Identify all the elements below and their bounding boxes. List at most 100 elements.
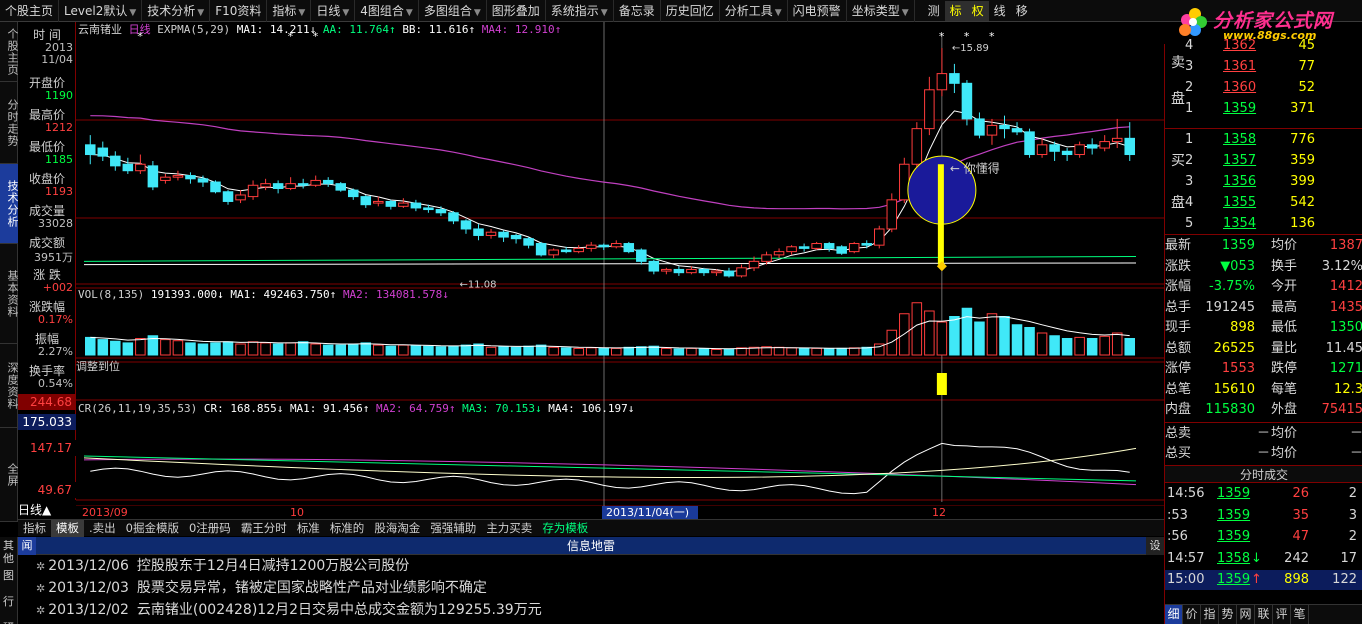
template-tab[interactable]: 模板	[51, 520, 84, 537]
tick-volume: 242	[1284, 550, 1309, 566]
menu-item[interactable]: 闪电预警	[788, 0, 847, 22]
candle-body	[110, 155, 121, 167]
template-tab[interactable]: 股海淘金	[369, 520, 425, 537]
menu-item[interactable]: 4图组合 ▼	[355, 0, 419, 22]
stat-label: 涨幅	[1165, 279, 1192, 294]
candle-body	[485, 231, 497, 236]
stat-value: 1412	[1329, 279, 1362, 294]
menu-item[interactable]: Level2默认 ▼	[59, 0, 143, 22]
news-tab-button[interactable]: 闻	[18, 537, 36, 555]
menu-item[interactable]: 历史回忆	[661, 0, 720, 22]
template-tab[interactable]: 存为模板	[537, 520, 593, 537]
candle-body	[423, 207, 434, 211]
level-price: 1358	[1223, 132, 1257, 147]
candle-body	[1024, 131, 1035, 156]
candle-body	[986, 124, 998, 136]
level-volume: 776	[1290, 132, 1315, 147]
tick-price: 1358	[1217, 550, 1251, 566]
template-tab[interactable]: 0注册码	[184, 520, 236, 537]
quote-tab[interactable]: 网	[1237, 605, 1255, 624]
quote-tab[interactable]: 评	[1273, 605, 1291, 624]
quote-tab[interactable]: 势	[1219, 605, 1237, 624]
total-value: －	[1257, 446, 1271, 461]
stat-value: -3.75%	[1209, 279, 1255, 294]
template-tab[interactable]: 霸王分时	[236, 520, 292, 537]
candle-body	[160, 176, 171, 181]
candle-body	[498, 231, 509, 238]
news-side-icons[interactable]: 图行研	[0, 569, 17, 624]
period-selector[interactable]: 日线▲	[18, 502, 76, 518]
volume-bar	[272, 343, 284, 356]
vtab-basic-info[interactable]: 基本资料	[0, 244, 19, 344]
y-axis-label: 244.68	[18, 394, 76, 410]
tick-row: 14:57 1358 ↓ 242 17	[1165, 549, 1362, 569]
quote-tab[interactable]: 联	[1255, 605, 1273, 624]
candle-body	[673, 268, 685, 274]
candle-body	[661, 268, 672, 272]
template-tab[interactable]: 标准的	[325, 520, 370, 537]
stat-label: 换手	[1271, 258, 1298, 274]
candle-body	[648, 260, 660, 272]
template-tab[interactable]: 标准	[292, 520, 325, 537]
toolbar-button[interactable]: 线	[989, 1, 1011, 21]
candle-body	[811, 243, 822, 249]
news-date: 2013/12/06	[48, 558, 129, 574]
vtab-stock-home[interactable]: 个股主页	[0, 22, 19, 82]
stat-row: 内盘 115830 外盘 75415	[1165, 400, 1362, 420]
quote-tab[interactable]: 笔	[1291, 605, 1309, 624]
y-axis-label: 49.67	[18, 482, 76, 498]
tick-count: 2	[1348, 486, 1357, 501]
menu-item[interactable]: 多图组合 ▼	[419, 0, 487, 22]
menu-item[interactable]: 图形叠加	[487, 0, 546, 22]
volume-bar	[435, 346, 447, 356]
menu-item[interactable]: 个股主页	[0, 0, 60, 22]
vtab-deep-info[interactable]: 深度资料	[0, 344, 19, 428]
total-avg-value: －	[1349, 446, 1362, 461]
quote-tab[interactable]: 细	[1165, 605, 1183, 624]
menu-item[interactable]: F10资料	[210, 0, 268, 22]
volume-bar	[460, 344, 472, 356]
kline-chart[interactable]: 云南锗业 日线 EXPMA(5,29) MA1: 14.211↓ AA: 11.…	[76, 22, 1164, 519]
volume-bar	[623, 346, 635, 356]
menu-item[interactable]: 技术分析 ▼	[142, 0, 211, 22]
candle-body	[1049, 144, 1060, 152]
toolbar-button[interactable]: 测	[923, 1, 945, 21]
toolbar-button[interactable]: 标	[944, 1, 967, 21]
volume-bar	[723, 348, 735, 356]
quote-tab[interactable]: 指	[1201, 605, 1219, 624]
buy-label: 盘	[1171, 195, 1185, 211]
news-item[interactable]: ✲ 2013/12/06 控股股东于12月4日减持1200万股公司股份	[18, 555, 1164, 577]
stat-label: 今开	[1271, 279, 1298, 294]
menu-item[interactable]: 日线 ▼	[311, 0, 356, 22]
stat-value: 1387	[1329, 238, 1362, 253]
template-tab[interactable]: .卖出	[84, 520, 121, 537]
menu-item[interactable]: 坐标类型 ▼	[847, 0, 915, 22]
star-marker: *	[939, 30, 945, 43]
stat-row: 总笔 15610 每笔 12.3	[1165, 380, 1362, 400]
vtab-technical[interactable]: 技术分析	[0, 164, 19, 244]
news-item[interactable]: ✲ 2013/12/03 股票交易异常，锗被定国家战略性产品对业绩影响不确定	[18, 577, 1164, 599]
template-tab[interactable]: 指标	[18, 520, 51, 537]
candle-body	[1074, 144, 1085, 156]
menu-item[interactable]: 系统指示 ▼	[546, 0, 614, 22]
menu-items: 个股主页 Level2默认 ▼ 技术分析 ▼ F10资料 指标 ▼ 日线 ▼ 4图组合 ▼ 多图组合 ▼ 图…	[0, 0, 915, 22]
menu-item[interactable]: 指标 ▼	[267, 0, 312, 22]
menu-item[interactable]: 备忘录	[614, 0, 661, 22]
vtab-fullscreen[interactable]: 全屏	[0, 428, 19, 522]
stat-value: 115830	[1205, 402, 1255, 417]
template-tab[interactable]: 主力买卖	[481, 520, 537, 537]
news-item[interactable]: ✲ 2013/12/02 云南锗业(002428)12月2日交易中总成交金额为129…	[18, 599, 1164, 621]
vtab-intraday[interactable]: 分时走势	[0, 82, 19, 164]
y-axis-label: 175.033	[18, 414, 76, 430]
menu-item[interactable]: 分析工具 ▼	[720, 0, 788, 22]
template-tab[interactable]: 强强辅助	[425, 520, 481, 537]
news-settings-button[interactable]: 设	[1146, 537, 1164, 555]
level-num: 5	[1185, 216, 1194, 231]
toolbar-button[interactable]: 权	[966, 1, 989, 21]
quote-tab[interactable]: 价	[1183, 605, 1201, 624]
candle-body	[147, 165, 159, 188]
template-tab[interactable]: 0掘金模版	[121, 520, 184, 537]
volume-bar	[773, 346, 785, 356]
volume-bar	[222, 341, 234, 356]
toolbar-button[interactable]: 移	[1011, 1, 1033, 21]
